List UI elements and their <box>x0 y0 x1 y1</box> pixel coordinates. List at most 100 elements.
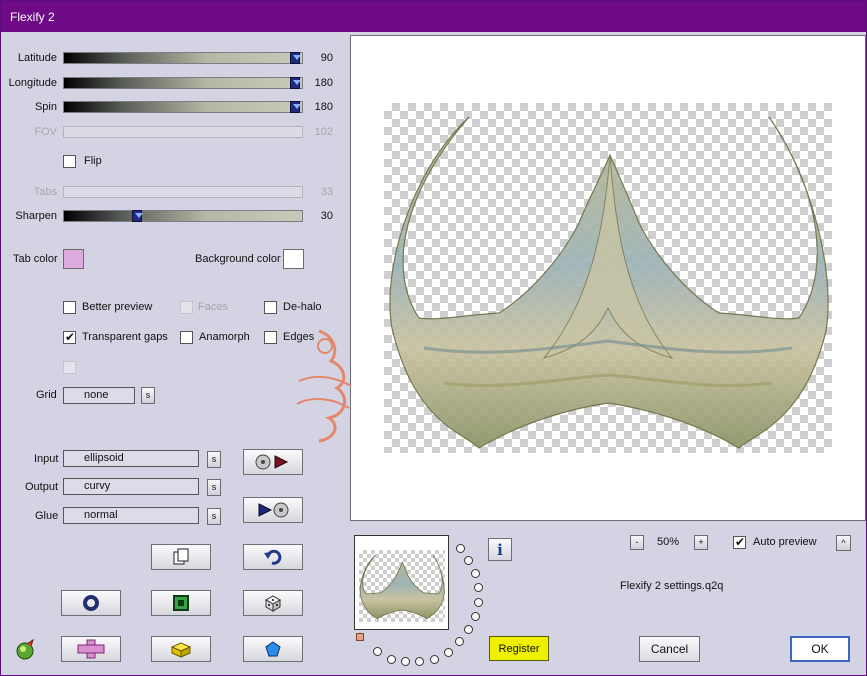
tab-color-label: Tab color <box>13 253 58 265</box>
preset-dot[interactable] <box>471 569 480 578</box>
fov-label: FOV <box>34 126 57 138</box>
settings-file-name: Flexify 2 settings.q2q <box>620 580 724 592</box>
preset-dot[interactable] <box>387 655 396 664</box>
navigator-thumbnail[interactable] <box>354 535 449 630</box>
checkmark-icon: ✔ <box>65 330 76 344</box>
flexified-image <box>389 116 829 449</box>
grid-select[interactable]: none <box>63 387 135 404</box>
preset-dot[interactable] <box>373 647 382 656</box>
add-button[interactable] <box>61 636 121 662</box>
preset-dot[interactable] <box>464 556 473 565</box>
tab-color-swatch[interactable] <box>63 249 84 269</box>
de-halo-checkbox[interactable] <box>264 301 277 314</box>
transparent-gaps-checkbox[interactable]: ✔ <box>63 330 76 344</box>
square-button[interactable] <box>151 590 211 616</box>
copy-button[interactable] <box>151 544 211 570</box>
latitude-slider[interactable] <box>63 52 303 64</box>
ok-button[interactable]: OK <box>790 636 850 662</box>
cube-button[interactable] <box>151 636 211 662</box>
zoom-level: 50% <box>657 536 680 548</box>
preset-dot[interactable] <box>415 657 424 666</box>
sharpen-slider[interactable] <box>63 210 303 222</box>
info-icon: i <box>497 540 503 559</box>
play-backward-icon <box>258 502 289 518</box>
ring-button[interactable] <box>61 590 121 616</box>
sharpen-value: 30 <box>320 210 333 222</box>
auto-preview-checkbox[interactable]: ✔ <box>733 535 746 549</box>
play-forward-icon <box>255 454 289 470</box>
tabs-value: 33 <box>320 186 333 198</box>
register-button[interactable]: Register <box>489 636 549 661</box>
glue-label: Glue <box>35 510 59 522</box>
latitude-label: Latitude <box>17 52 57 64</box>
pink-cross-icon <box>77 639 105 659</box>
spin-label: Spin <box>34 101 57 113</box>
input-select[interactable]: ellipsoid <box>63 450 199 467</box>
pentagon-button[interactable] <box>243 636 303 662</box>
preset-dot[interactable] <box>471 612 480 621</box>
flexify-window: Flexify 2 Latitude 90 Longitude 180 Spin… <box>0 0 867 676</box>
output-select[interactable]: curvy <box>63 478 199 495</box>
input-label: Input <box>34 453 59 465</box>
flip-label: Flip <box>84 155 102 167</box>
plugin-logo-icon <box>16 638 34 660</box>
better-preview-label: Better preview <box>82 301 153 313</box>
output-label: Output <box>25 481 59 493</box>
grid-s-button[interactable]: s <box>141 387 155 404</box>
zoom-out-button[interactable]: - <box>630 535 644 550</box>
watermark-logo-icon <box>296 329 352 443</box>
preset-dot[interactable] <box>401 657 410 666</box>
latitude-slider-thumb[interactable] <box>290 52 301 64</box>
longitude-slider-thumb[interactable] <box>290 77 301 89</box>
flip-checkbox[interactable] <box>63 155 76 168</box>
preset-dot[interactable] <box>430 655 439 664</box>
glue-select[interactable]: normal <box>63 507 199 524</box>
undo-button[interactable] <box>243 544 303 570</box>
longitude-label: Longitude <box>8 77 57 89</box>
output-s-button[interactable]: s <box>207 479 221 496</box>
blue-pentagon-icon <box>265 641 281 657</box>
preset-dot[interactable] <box>456 544 465 553</box>
longitude-slider[interactable] <box>63 77 303 89</box>
faces-label: Faces <box>198 301 228 313</box>
thumbnail-image <box>359 554 445 620</box>
preset-marker-icon[interactable] <box>356 633 364 641</box>
cancel-button[interactable]: Cancel <box>639 636 700 662</box>
preset-dot[interactable] <box>474 583 483 592</box>
spin-slider[interactable] <box>63 101 303 113</box>
preset-dot[interactable] <box>455 637 464 646</box>
unlabeled-checkbox <box>63 361 76 374</box>
spin-slider-thumb[interactable] <box>290 101 301 113</box>
info-button[interactable]: i <box>488 538 512 561</box>
edges-checkbox[interactable] <box>264 331 277 344</box>
checkmark-icon: ✔ <box>735 535 746 549</box>
collapse-button[interactable]: ^ <box>836 535 851 551</box>
glue-s-button[interactable]: s <box>207 508 221 525</box>
preset-dot[interactable] <box>444 648 453 657</box>
copy-page-icon <box>173 548 189 565</box>
sharpen-slider-thumb[interactable] <box>132 210 143 222</box>
background-color-swatch[interactable] <box>283 249 304 269</box>
better-preview-checkbox[interactable] <box>63 301 76 314</box>
window-title: Flexify 2 <box>10 10 55 24</box>
sharpen-label: Sharpen <box>15 210 57 222</box>
ring-icon <box>83 595 99 611</box>
spin-value: 180 <box>314 101 333 113</box>
zoom-in-button[interactable]: + <box>694 535 708 550</box>
background-color-label: Background color <box>195 253 281 265</box>
fov-slider <box>63 126 303 138</box>
anamorph-checkbox[interactable] <box>180 331 193 344</box>
preset-dot[interactable] <box>474 598 483 607</box>
random-button[interactable] <box>243 590 303 616</box>
preset-dot[interactable] <box>464 625 473 634</box>
swap-output-button[interactable] <box>243 497 303 523</box>
de-halo-label: De-halo <box>283 301 322 313</box>
latitude-value: 90 <box>320 52 333 64</box>
swap-input-button[interactable] <box>243 449 303 475</box>
transparent-gaps-label: Transparent gaps <box>82 331 168 343</box>
tabs-slider <box>63 186 303 198</box>
yellow-cube-icon <box>170 642 192 658</box>
square-frame-icon <box>173 595 189 611</box>
preview-canvas[interactable] <box>296 35 866 521</box>
input-s-button[interactable]: s <box>207 451 221 468</box>
